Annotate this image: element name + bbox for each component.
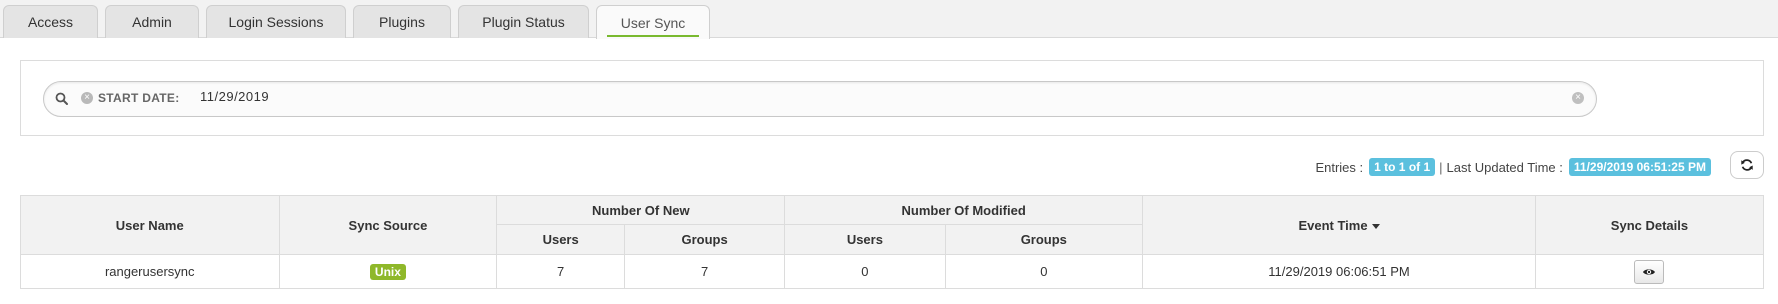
col-header-sync-details: Sync Details <box>1534 195 1765 255</box>
cell-modified-groups: 0 <box>944 254 1144 289</box>
tab-login-sessions[interactable]: Login Sessions <box>206 5 346 38</box>
search-input[interactable]: × START DATE: 11/29/2019 × <box>43 81 1597 117</box>
last-updated-label: Last Updated Time : <box>1446 159 1563 175</box>
remove-facet-icon[interactable]: × <box>81 92 93 104</box>
tab-label: User Sync <box>606 15 700 37</box>
col-header-sync-source: Sync Source <box>278 195 498 255</box>
tab-label: Login Sessions <box>228 14 324 30</box>
tab-access[interactable]: Access <box>3 5 98 38</box>
cell-sync-source: Unix <box>278 254 498 289</box>
entries-separator: | <box>1439 159 1443 175</box>
tab-plugin-status[interactable]: Plugin Status <box>458 5 589 38</box>
tab-admin[interactable]: Admin <box>105 5 199 38</box>
col-header-modified-users: Users <box>784 224 946 255</box>
search-icon <box>55 92 68 105</box>
col-header-new-users: Users <box>496 224 625 255</box>
cell-new-groups: 7 <box>623 254 786 289</box>
tab-label: Plugins <box>379 14 425 30</box>
facet-label: START DATE: <box>98 91 180 105</box>
facet-value[interactable]: 11/29/2019 <box>200 89 269 104</box>
entries-info: Entries : 1 to 1 of 1 | Last Updated Tim… <box>1315 155 1711 179</box>
event-time-label: Event Time <box>1298 217 1368 233</box>
entries-range-badge: 1 to 1 of 1 <box>1369 158 1436 176</box>
view-sync-details-button[interactable] <box>1634 259 1665 284</box>
eye-icon <box>1643 268 1656 275</box>
col-header-event-time[interactable]: Event Time <box>1142 195 1536 255</box>
group-header-new: Number Of New <box>496 195 786 225</box>
col-header-new-groups: Groups <box>623 224 786 255</box>
tab-label: Plugin Status <box>482 14 565 30</box>
tab-label: Admin <box>132 14 172 30</box>
cell-modified-users: 0 <box>784 254 946 289</box>
cell-new-users: 7 <box>496 254 625 289</box>
col-header-user-name: User Name <box>20 195 280 255</box>
search-panel: × START DATE: 11/29/2019 × <box>20 60 1764 136</box>
col-header-modified-groups: Groups <box>944 224 1144 255</box>
cell-event-time: 11/29/2019 06:06:51 PM <box>1142 254 1536 289</box>
last-updated-badge: 11/29/2019 06:51:25 PM <box>1568 158 1711 176</box>
refresh-icon <box>1741 159 1753 171</box>
entries-label: Entries : <box>1315 159 1364 175</box>
clear-search-icon[interactable]: × <box>1572 92 1584 104</box>
sync-source-badge: Unix <box>369 263 406 280</box>
group-header-modified: Number Of Modified <box>784 195 1144 225</box>
tab-bar: Access Admin Login Sessions Plugins Plug… <box>0 0 1778 39</box>
cell-user-name: rangerusersync <box>20 254 280 289</box>
cell-sync-details <box>1534 254 1765 289</box>
tab-plugins[interactable]: Plugins <box>353 5 451 38</box>
tab-label: Access <box>27 14 74 30</box>
table-row: rangerusersync Unix 7 7 0 0 11/29/2019 0… <box>20 254 1765 289</box>
refresh-button[interactable] <box>1730 151 1764 179</box>
tab-user-sync[interactable]: User Sync <box>596 5 710 39</box>
sort-desc-icon <box>1371 223 1380 229</box>
user-sync-table: User Name Sync Source Number Of New Numb… <box>20 195 1765 289</box>
